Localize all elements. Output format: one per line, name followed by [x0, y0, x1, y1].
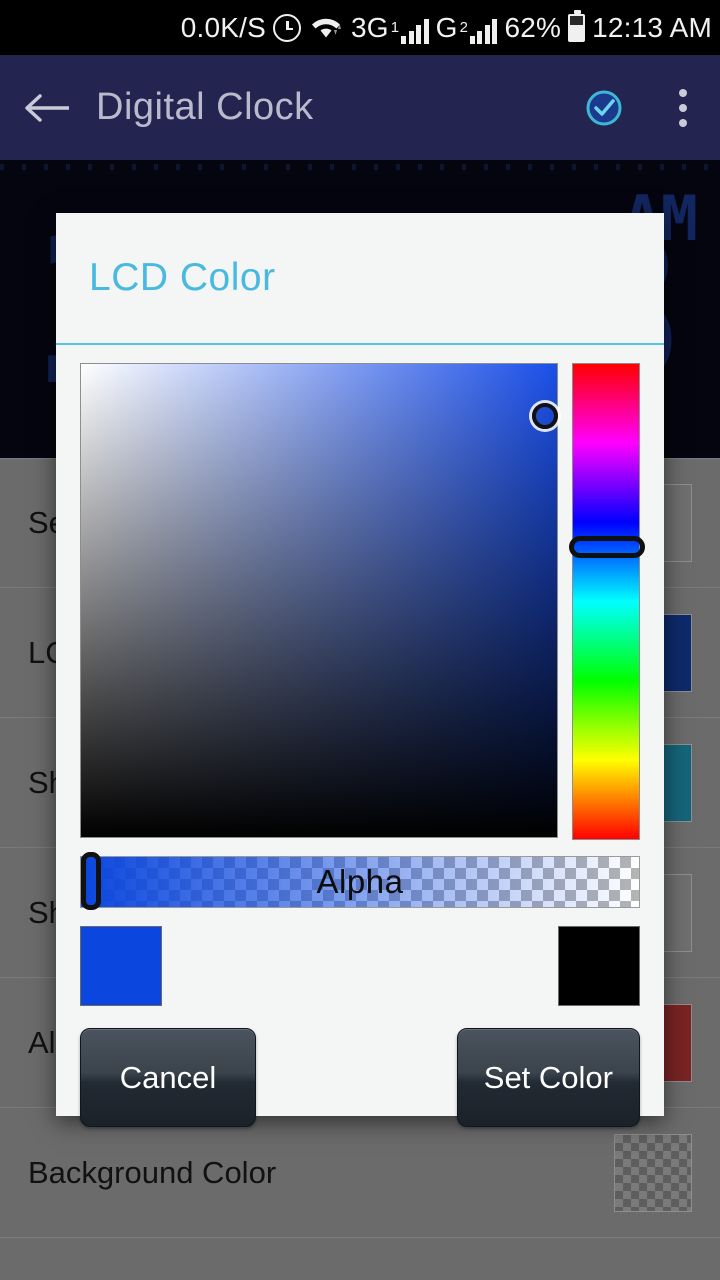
alpha-slider[interactable]: Alpha: [80, 852, 640, 910]
battery-percent-text: 62%: [504, 11, 562, 43]
wifi-icon: [308, 14, 344, 42]
dialog-body: Alpha Cancel Set Color: [56, 345, 664, 1127]
signal-bars-icon: [401, 18, 429, 44]
set-color-button[interactable]: Set Color: [456, 1028, 640, 1127]
dialog-title-bar: LCD Color: [56, 213, 664, 345]
page-title: Digital Clock: [96, 86, 314, 128]
network-speed-text: 0.0K/S: [180, 11, 266, 43]
color-picker-dialog: LCD Color Alpha Cancel Set Color: [56, 213, 664, 1127]
back-arrow-icon[interactable]: [0, 55, 96, 160]
overflow-menu-icon[interactable]: [646, 88, 720, 127]
dialog-button-row: Cancel Set Color: [80, 1028, 640, 1127]
hue-slider[interactable]: [569, 363, 645, 840]
sim2-index-label: 2: [459, 18, 468, 36]
alpha-slider-track: [80, 856, 640, 908]
battery-icon: [568, 9, 586, 42]
sim2-signal: G 2: [436, 12, 498, 44]
sim2-network-label: G: [435, 11, 458, 43]
sim1-signal: 3G 1: [351, 12, 429, 44]
sv-picker-cursor[interactable]: [532, 403, 559, 430]
new-color-swatch[interactable]: [80, 926, 162, 1006]
picker-row: [56, 363, 664, 840]
hue-slider-thumb[interactable]: [569, 536, 645, 559]
sv-black-overlay: [81, 364, 557, 837]
color-preview-row: [80, 926, 640, 1006]
saturation-value-picker[interactable]: [80, 363, 559, 838]
setting-color-swatch[interactable]: [614, 1133, 692, 1212]
action-bar: Digital Clock: [0, 55, 720, 160]
sim1-network-label: 3G: [351, 11, 389, 43]
status-bar-clock: 12:13 AM: [592, 11, 712, 43]
dialog-title: LCD Color: [89, 256, 276, 299]
hue-column: [558, 363, 645, 840]
check-circle-icon[interactable]: [562, 87, 646, 129]
lcd-dot-row: [0, 164, 720, 170]
alpha-slider-thumb[interactable]: [81, 852, 102, 910]
signal-bars-icon: [469, 18, 498, 44]
old-color-swatch[interactable]: [558, 926, 640, 1006]
alarm-clock-icon: [273, 13, 301, 42]
list-item-background-color[interactable]: Background Color: [0, 1108, 720, 1238]
sim1-index-label: 1: [390, 18, 400, 36]
setting-label: Background Color: [28, 1154, 277, 1190]
status-bar: 0.0K/S 3G 1 G 2 62% 12:13 AM: [0, 0, 720, 55]
cancel-button[interactable]: Cancel: [80, 1028, 256, 1127]
screen: 0.0K/S 3G 1 G 2 62% 12:13 AM Digital Clo…: [0, 0, 720, 1280]
